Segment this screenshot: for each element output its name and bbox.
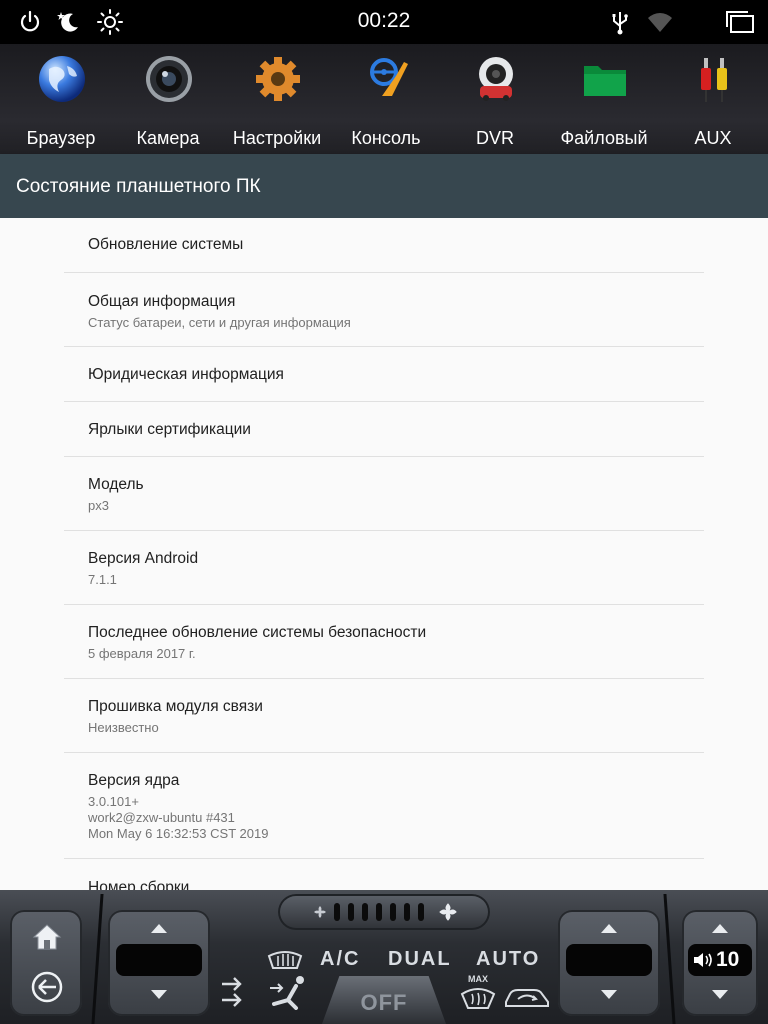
max-label: MAX (468, 974, 488, 984)
divider (663, 894, 676, 1024)
list-item-subtitle: 5 февраля 2017 г. (88, 646, 196, 661)
off-button[interactable]: OFF (322, 976, 446, 1024)
app-label: Настройки (232, 128, 322, 148)
list-item-title: Версия ядра (88, 772, 180, 789)
volume-up-button[interactable] (712, 924, 728, 933)
steering-wheel-icon (370, 58, 408, 96)
list-item[interactable]: Номер сборки (64, 859, 704, 890)
gear-icon (256, 57, 300, 101)
list-item[interactable]: Юридическая информация (64, 347, 704, 402)
app-label: Консоль (351, 128, 421, 148)
app-label: Файловый (560, 128, 648, 148)
list-item-title: Последнее обновление системы безопасност… (88, 624, 427, 641)
right-temp-display (566, 944, 652, 976)
page-title: Состояние планшетного ПК (16, 176, 261, 197)
app-aux[interactable]: AUX (658, 44, 768, 154)
app-label: DVR (475, 128, 514, 148)
climate-control-bar: A/C DUAL AUTO OFF MAX 10 (0, 890, 768, 1024)
air-recirculation-icon[interactable] (502, 984, 552, 1010)
app-label: AUX (694, 128, 732, 148)
right-temperature-panel (558, 910, 660, 1016)
status-bar: 00:22 (0, 0, 768, 44)
home-icon[interactable] (30, 920, 64, 954)
rca-cable-icon (701, 58, 727, 102)
app-label: Камера (136, 128, 200, 148)
app-browser[interactable]: Браузер (6, 44, 116, 154)
recent-apps-icon[interactable] (724, 8, 756, 36)
list-item-title: Обновление системы (88, 236, 244, 253)
list-item[interactable]: Версия Android 7.1.1 (64, 531, 704, 605)
title-bar: Состояние планшетного ПК (0, 154, 768, 218)
app-console[interactable]: Консоль (331, 44, 441, 154)
folder-icon (584, 66, 626, 96)
left-temp-down-button[interactable] (151, 990, 167, 999)
app-camera[interactable]: Камера (113, 44, 223, 154)
speaker-icon (694, 953, 712, 967)
app-settings[interactable]: Настройки (222, 44, 332, 154)
volume-level: 10 (716, 948, 740, 971)
list-item-subtitle: Неизвестно (88, 720, 159, 735)
settings-list[interactable]: Обновление системы Общая информация Стат… (0, 218, 768, 890)
list-item-title: Модель (88, 476, 144, 493)
off-label: OFF (360, 990, 408, 1015)
volume-display: 10 (688, 944, 752, 976)
back-icon[interactable] (30, 970, 64, 1004)
app-dvr[interactable]: DVR (440, 44, 550, 154)
list-item[interactable]: Модель px3 (64, 457, 704, 531)
app-label: Браузер (26, 128, 96, 148)
list-item-title: Номер сборки (88, 879, 190, 890)
ac-button[interactable]: A/C (320, 948, 360, 971)
list-item[interactable]: Последнее обновление системы безопасност… (64, 605, 704, 679)
list-item[interactable]: Ярлыки сертификации (64, 402, 704, 457)
list-item-title: Общая информация (88, 293, 236, 310)
list-item[interactable]: Обновление системы (64, 218, 704, 273)
list-item-subtitle: Статус батареи, сети и другая информация (88, 315, 351, 330)
list-item-title: Прошивка модуля связи (88, 698, 263, 715)
fan-low-icon (314, 906, 326, 918)
auto-button[interactable]: AUTO (476, 948, 540, 971)
air-direction-icon[interactable] (220, 976, 250, 1008)
fan-speed-indicator[interactable] (278, 894, 490, 930)
wifi-icon (648, 13, 672, 32)
volume-panel: 10 (682, 910, 758, 1016)
left-temperature-panel (108, 910, 210, 1016)
list-item-subtitle: 3.0.101+ work2@zxw-ubuntu #431 Mon May 6… (88, 794, 269, 841)
usb-icon (612, 12, 628, 35)
right-temp-up-button[interactable] (601, 924, 617, 933)
globe-icon (39, 56, 85, 102)
list-item-title: Ярлыки сертификации (88, 421, 251, 438)
list-item-subtitle: px3 (88, 498, 109, 513)
list-item[interactable]: Общая информация Статус батареи, сети и … (64, 273, 704, 347)
list-item-title: Версия Android (88, 550, 199, 567)
divider (91, 894, 104, 1024)
list-item[interactable]: Прошивка модуля связи Неизвестно (64, 679, 704, 753)
dual-button[interactable]: DUAL (388, 948, 452, 971)
max-defrost-button[interactable]: MAX (458, 974, 498, 1014)
left-temp-display (116, 944, 202, 976)
list-item-title: Юридическая информация (88, 366, 284, 383)
fan-high-icon (439, 903, 457, 921)
left-temp-up-button[interactable] (151, 924, 167, 933)
list-item-subtitle: 7.1.1 (88, 572, 117, 587)
front-defrost-icon (460, 988, 496, 1009)
app-launcher-bar: Браузер Камера Настройки Консоль DVR Фай… (0, 44, 768, 154)
right-temp-down-button[interactable] (601, 990, 617, 999)
nav-panel (10, 910, 82, 1016)
app-file-manager[interactable]: Файловый (549, 44, 659, 154)
dashcam-icon (479, 57, 513, 101)
seat-airflow-icon[interactable] (266, 974, 316, 1010)
list-item[interactable]: Версия ядра 3.0.101+ work2@zxw-ubuntu #4… (64, 753, 704, 859)
rear-defrost-icon[interactable] (266, 948, 304, 974)
volume-down-button[interactable] (712, 990, 728, 999)
camera-lens-icon (146, 56, 192, 102)
